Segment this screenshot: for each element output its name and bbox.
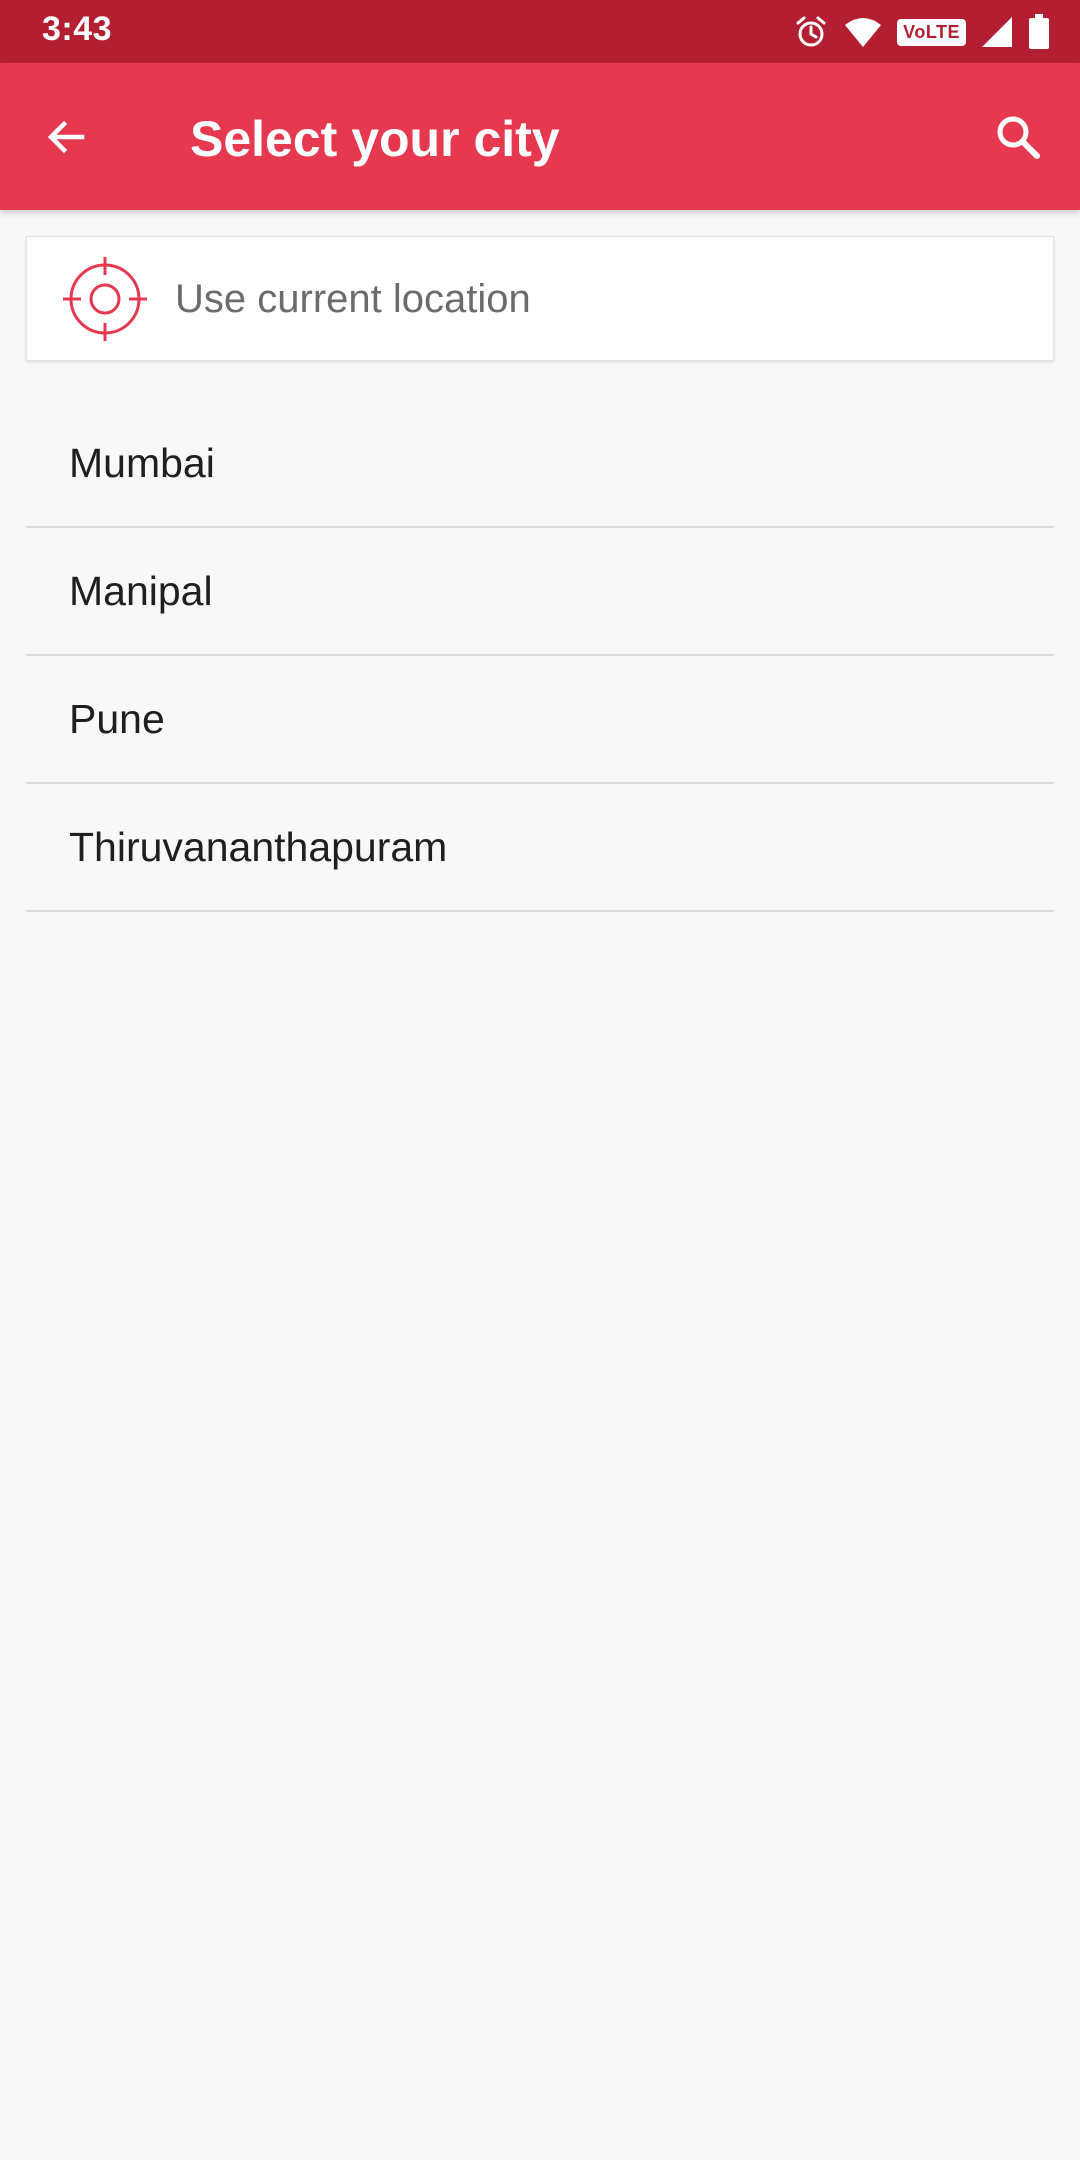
city-item-mumbai[interactable]: Mumbai [26, 400, 1054, 528]
city-name: Mumbai [69, 439, 215, 486]
signal-icon [980, 15, 1014, 49]
app-bar: Select your city [0, 63, 1080, 210]
city-item-pune[interactable]: Pune [26, 656, 1054, 784]
use-current-location-button[interactable]: Use current location [26, 236, 1054, 361]
use-current-location-label: Use current location [175, 277, 531, 321]
search-button[interactable] [986, 105, 1050, 169]
city-name: Pune [69, 695, 165, 742]
status-icons: VoLTE [793, 12, 1050, 52]
back-button[interactable] [36, 107, 96, 167]
city-item-manipal[interactable]: Manipal [26, 528, 1054, 656]
status-time: 3:43 [42, 10, 113, 48]
city-item-thiruvananthapuram[interactable]: Thiruvananthapuram [26, 784, 1054, 912]
page-title: Select your city [190, 111, 560, 167]
volte-icon: VoLTE [897, 18, 966, 46]
city-name: Manipal [69, 567, 213, 614]
arrow-left-icon [47, 120, 85, 154]
search-icon [997, 116, 1040, 159]
city-list: Mumbai Manipal Pune Thiruvananthapuram [26, 400, 1054, 912]
city-name: Thiruvananthapuram [69, 823, 448, 870]
status-bar: 3:43 VoLTE [0, 0, 1080, 63]
battery-icon [1028, 14, 1050, 50]
wifi-icon [843, 16, 883, 48]
crosshair-icon [63, 257, 147, 341]
alarm-icon [793, 14, 829, 50]
